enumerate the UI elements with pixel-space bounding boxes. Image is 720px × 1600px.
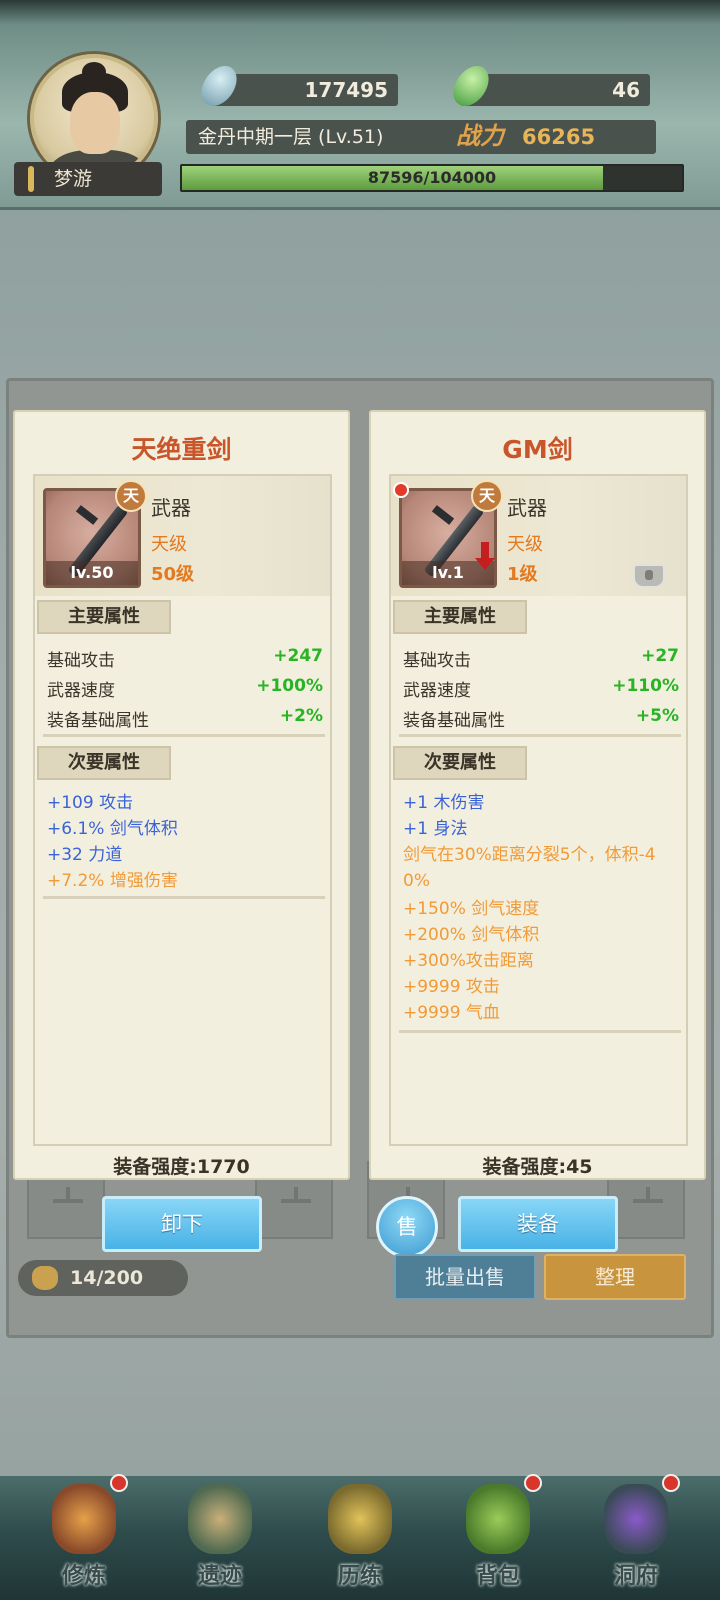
item-level-tag: lv.50: [46, 561, 138, 585]
stat-row: 装备基础属性 +5%: [403, 706, 679, 731]
sub-stat: +6.1% 剑气体积: [47, 819, 178, 839]
bag-icon: [466, 1484, 530, 1554]
item-level: 50级: [151, 564, 195, 585]
sub-attributes-header: 次要属性: [37, 746, 171, 780]
sub-attributes-header: 次要属性: [393, 746, 527, 780]
sub-stat: +1 身法: [403, 819, 468, 839]
nav-item-training[interactable]: 历练: [298, 1476, 422, 1600]
item-level: 1级: [507, 564, 538, 585]
divider: [43, 896, 325, 899]
exp-text: 87596/104000: [367, 168, 497, 187]
sub-stat: +7.2% 增强伤害: [47, 871, 178, 891]
notification-dot: [662, 1474, 680, 1492]
notification-dot: [524, 1474, 542, 1492]
player-name: 梦游: [54, 168, 93, 190]
bag-capacity-value: 14/200: [70, 1267, 144, 1289]
item-grade: 天级: [151, 534, 187, 555]
nav-item-cultivate[interactable]: 修炼: [22, 1474, 146, 1600]
rarity-badge: 天: [471, 480, 503, 512]
stat-row: 基础攻击 +27: [403, 646, 679, 671]
stat-row: 武器速度 +100%: [47, 676, 323, 701]
power-value: 66265: [522, 125, 596, 149]
compare-item-card: GM剑 lv.1 天 武器 天级 1级 主要属性 基础攻击 +27 武器速度 +11…: [369, 410, 706, 1180]
realm-bar: 金丹中期一层 (Lv.51) 战力 66265: [186, 120, 656, 154]
nav-item-cave[interactable]: 洞府: [574, 1474, 698, 1600]
item-title: GM剑: [502, 435, 573, 464]
stat-row: 武器速度 +110%: [403, 676, 679, 701]
player-name-plate: 梦游: [14, 162, 162, 196]
lock-icon[interactable]: [629, 556, 669, 588]
spirit-stone-value: 177495: [304, 78, 389, 102]
bottom-nav: 修炼 遗迹 历练 背包 洞府: [0, 1474, 720, 1600]
sub-stat: +1 木伤害: [403, 793, 485, 813]
sort-button[interactable]: 整理: [544, 1254, 686, 1300]
notification-dot: [110, 1474, 128, 1492]
item-type: 武器: [151, 496, 191, 520]
sub-stat: +150% 剑气速度: [403, 899, 540, 919]
sub-stat: +32 力道: [47, 845, 123, 865]
bag-capacity: 14/200: [18, 1260, 188, 1296]
sub-stat: 0%: [403, 871, 430, 891]
stat-row: 装备基础属性 +2%: [47, 706, 323, 731]
equip-button[interactable]: 装备: [458, 1196, 618, 1252]
sub-stat: +200% 剑气体积: [403, 925, 540, 945]
sub-stat: 剑气在30%距离分裂5个，体积-4: [403, 845, 656, 865]
new-item-dot: [393, 482, 409, 498]
main-attributes-header: 主要属性: [37, 600, 171, 634]
item-type: 武器: [507, 496, 547, 520]
divider: [399, 734, 681, 737]
batch-sell-button[interactable]: 批量出售: [394, 1254, 536, 1300]
sub-stat: +300%攻击距离: [403, 951, 534, 971]
item-detail-panel: lv.1 天 武器 天级 1级 主要属性 基础攻击 +27 武器速度 +110% 装…: [389, 474, 688, 1146]
sword-pin-icon: [28, 166, 34, 192]
sub-stat: +9999 攻击: [403, 977, 500, 997]
equipment-score: 装备强度:1770: [113, 1156, 250, 1178]
ruins-icon: [188, 1484, 252, 1554]
cultivate-icon: [52, 1484, 116, 1554]
realm-text: 金丹中期一层 (Lv.51): [198, 126, 384, 148]
sub-stat: +109 攻击: [47, 793, 134, 813]
equipment-score: 装备强度:45: [482, 1156, 593, 1178]
rarity-badge: 天: [115, 480, 147, 512]
training-icon: [328, 1484, 392, 1554]
item-grade: 天级: [507, 534, 543, 555]
equipped-item-card: 天绝重剑 lv.50 天 武器 天级 50级 主要属性 基础攻击 +247 武器速…: [13, 410, 350, 1180]
unequip-button[interactable]: 卸下: [102, 1196, 262, 1252]
downgrade-arrow-icon: [475, 542, 495, 570]
spirit-stone-counter: 177495: [210, 74, 398, 106]
power-label: 战力: [456, 122, 504, 150]
item-header: lv.1 天 武器 天级 1级: [391, 476, 686, 596]
nav-item-ruins[interactable]: 遗迹: [158, 1476, 282, 1600]
cave-icon: [604, 1484, 668, 1554]
divider: [43, 734, 325, 737]
item-header: lv.50 天 武器 天级 50级: [35, 476, 330, 596]
money-bag-icon: [32, 1266, 58, 1290]
item-detail-panel: lv.50 天 武器 天级 50级 主要属性 基础攻击 +247 武器速度 +100…: [33, 474, 332, 1146]
jade-value: 46: [612, 78, 640, 102]
divider: [399, 1030, 681, 1033]
exp-bar: 87596/104000: [180, 164, 684, 192]
stat-row: 基础攻击 +247: [47, 646, 323, 671]
sub-stat: +9999 气血: [403, 1003, 500, 1023]
sell-button[interactable]: 售: [376, 1196, 438, 1258]
main-attributes-header: 主要属性: [393, 600, 527, 634]
nav-item-bag[interactable]: 背包: [436, 1474, 560, 1600]
player-header: 梦游 177495 46 金丹中期一层 (Lv.51) 战力 66265 875…: [0, 0, 720, 210]
item-title: 天绝重剑: [131, 435, 232, 464]
